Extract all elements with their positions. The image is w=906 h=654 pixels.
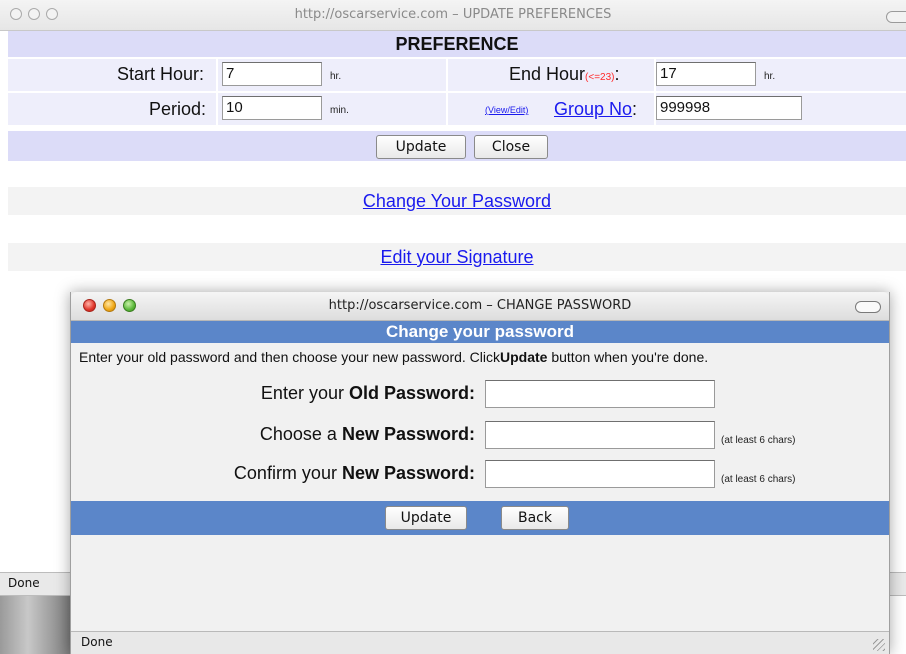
period-input[interactable]: 10 [222,96,322,120]
start-hour-input[interactable]: 7 [222,62,322,86]
edit-signature-link[interactable]: Edit your Signature [380,247,533,267]
cell-divider [446,59,448,91]
confirm-password-hint: (at least 6 chars) [721,474,796,485]
back-button[interactable]: Back [501,506,569,530]
confirm-password-label-bold: New Password: [341,463,475,483]
period-unit: min. [330,105,349,116]
group-no-colon: : [632,99,638,119]
end-hour-input[interactable]: 17 [656,62,756,86]
change-password-heading: Change your password [71,321,889,343]
dialog-update-button[interactable]: Update [385,506,467,530]
end-hour-hint: (<=23) [585,72,615,83]
start-hour-unit: hr. [330,71,342,82]
new-password-label-prefix: Choose a [259,424,342,444]
group-no-link[interactable]: Group No [554,99,632,119]
old-password-label: Enter your Old Password: [171,383,475,404]
start-hour-label: Start Hour: [117,64,205,84]
window-titlebar: http://oscarservice.com – UPDATE PREFERE… [0,0,906,31]
preference-row-hours: Start Hour: 7 hr. End Hour(<=23): 17 hr. [8,59,906,91]
instructions-text: Enter your old password and then choose … [79,349,500,365]
new-password-input[interactable] [485,421,715,449]
new-password-hint: (at least 6 chars) [721,435,796,446]
toolbar-toggle-button[interactable] [886,11,906,23]
instructions-text-end: button when you're done. [547,349,709,365]
dialog-content: Change your password Enter your old pass… [71,321,889,631]
dialog-instructions: Enter your old password and then choose … [79,349,708,365]
dialog-title: http://oscarservice.com – CHANGE PASSWOR… [328,298,632,313]
period-label: Period: [149,99,207,119]
close-button[interactable]: Close [474,135,548,159]
new-password-label: Choose a New Password: [171,424,475,445]
desktop-background-image [0,596,70,654]
window-title: http://oscarservice.com – UPDATE PREFERE… [294,7,612,22]
change-password-window: http://oscarservice.com – CHANGE PASSWOR… [70,292,890,654]
edit-signature-bar: Edit your Signature [8,243,906,271]
toolbar-toggle-button[interactable] [855,301,881,313]
confirm-password-label: Confirm your New Password: [171,463,475,484]
confirm-password-label-prefix: Confirm your [233,463,342,483]
instructions-update-word: Update [500,349,548,365]
dialog-status-text: Done [81,635,113,649]
group-view-edit-link[interactable]: (View/Edit) [485,105,528,115]
cell-divider [446,93,448,125]
cell-divider [216,93,218,125]
new-password-label-bold: New Password: [341,424,475,444]
dialog-titlebar: http://oscarservice.com – CHANGE PASSWOR… [71,292,889,321]
change-password-link[interactable]: Change Your Password [363,191,551,211]
background-status-text: Done [8,576,40,590]
end-hour-unit: hr. [764,71,776,82]
end-hour-label: End Hour [509,64,586,84]
group-no-input[interactable]: 999998 [656,96,802,120]
dialog-button-bar: Update Back [71,501,889,535]
resize-grip-icon[interactable] [873,639,885,651]
update-button[interactable]: Update [376,135,466,159]
dialog-status-bar: Done [71,631,889,654]
confirm-password-input[interactable] [485,460,715,488]
preference-heading: PREFERENCE [8,31,906,57]
old-password-label-prefix: Enter your [260,383,349,403]
end-hour-colon: : [614,64,620,84]
end-hour-label-wrap: End Hour(<=23): [509,63,620,89]
preference-button-row: Update Close [8,131,906,161]
preference-row-period-group: Period: 10 min. (View/Edit) Group No: 99… [8,93,906,125]
change-password-bar: Change Your Password [8,187,906,215]
cell-divider [216,59,218,91]
group-no-label-wrap: Group No: [554,98,637,120]
old-password-label-bold: Old Password: [348,383,475,403]
old-password-input[interactable] [485,380,715,408]
